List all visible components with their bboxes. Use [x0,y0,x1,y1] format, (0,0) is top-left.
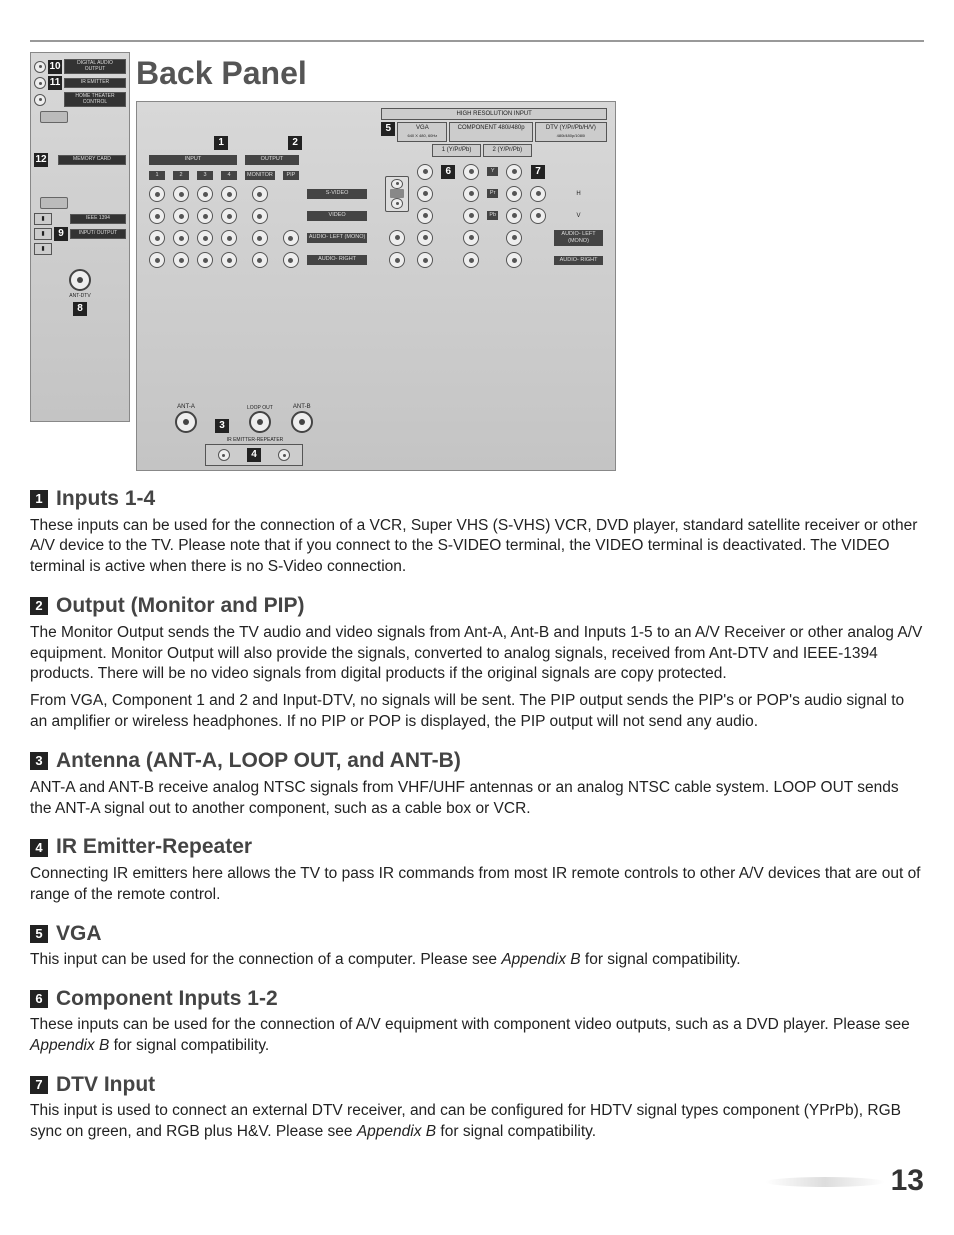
callout-1: 1 [214,136,228,150]
section-number-box: 1 [30,490,48,508]
section-body: These inputs can be used for the connect… [30,516,924,579]
section-number-box: 2 [30,597,48,615]
section-heading: 7 DTV Input [30,1071,924,1099]
callout-4: 4 [247,448,261,462]
section-heading: 4 IR Emitter-Repeater [30,833,924,861]
section-body: This input is used to connect an externa… [30,1101,924,1143]
label-input-output: INPUT/ OUTPUT [70,229,126,239]
back-panel-right-diagram: 1 2 INPUT OUTPUT 1 2 3 4 [136,101,616,471]
section-body: The Monitor Output sends the TV audio an… [30,623,924,686]
callout-10: 10 [48,60,62,74]
section-title: VGA [56,920,102,948]
callout-3: 3 [215,419,229,433]
section-body: ANT-A and ANT-B receive analog NTSC sign… [30,778,924,820]
section-body: Connecting IR emitters here allows the T… [30,864,924,906]
vga-port-icon [385,176,409,212]
section-heading: 1 Inputs 1-4 [30,485,924,513]
label-ant-dtv: ANT-DTV [34,293,126,300]
back-panel-left-diagram: 10 DIGITAL AUDIO OUTPUT 11 IR EMITTER HO… [30,52,130,422]
callout-2: 2 [288,136,302,150]
callout-9: 9 [54,227,68,241]
section-title: DTV Input [56,1071,155,1099]
section-title: Inputs 1-4 [56,485,155,513]
section-title: IR Emitter-Repeater [56,833,252,861]
label-video: VIDEO [307,211,367,220]
section-heading: 2 Output (Monitor and PIP) [30,592,924,620]
page-title: Back Panel [136,52,616,95]
label-ir-repeater: IR EMITTER-REPEATER [175,437,335,444]
section-title: Component Inputs 1-2 [56,985,278,1013]
appendix-ref: Appendix B [30,1037,109,1054]
label-ieee: IEEE 1394 [70,214,126,224]
appendix-ref: Appendix B [501,951,580,968]
section-body: From VGA, Component 1 and 2 and Input-DT… [30,691,924,733]
section-title: Output (Monitor and PIP) [56,592,304,620]
callout-7: 7 [531,165,545,179]
section-heading: 3 Antenna (ANT-A, LOOP OUT, and ANT-B) [30,747,924,775]
label-memory-card: MEMORY CARD [58,155,126,165]
section-heading: 5 VGA [30,920,924,948]
callout-12: 12 [34,153,48,167]
section-number-box: 6 [30,990,48,1008]
label-home-theater: HOME THEATER CONTROL [64,92,126,107]
label-ir-emitter: IR EMITTER [64,78,126,88]
section-number-box: 7 [30,1076,48,1094]
label-digital-audio: DIGITAL AUDIO OUTPUT [64,59,126,74]
label-hires-header: HIGH RESOLUTION INPUT [381,108,607,120]
section-body: This input can be used for the connectio… [30,950,924,971]
section-heading: 6 Component Inputs 1-2 [30,985,924,1013]
callout-6: 6 [441,165,455,179]
appendix-ref: Appendix B [357,1123,436,1140]
section-title: Antenna (ANT-A, LOOP OUT, and ANT-B) [56,747,461,775]
section-number-box: 4 [30,839,48,857]
callout-11: 11 [48,76,62,90]
section-body: These inputs can be used for the connect… [30,1015,924,1057]
section-number-box: 5 [30,925,48,943]
page-number: 13 [30,1161,924,1202]
section-number-box: 3 [30,752,48,770]
label-svideo: S-VIDEO [307,189,367,198]
callout-5: 5 [381,122,395,136]
callout-8: 8 [73,302,87,316]
label-audio-right: AUDIO- RIGHT [307,255,367,264]
label-audio-left: AUDIO- LEFT (MONO) [307,233,367,242]
